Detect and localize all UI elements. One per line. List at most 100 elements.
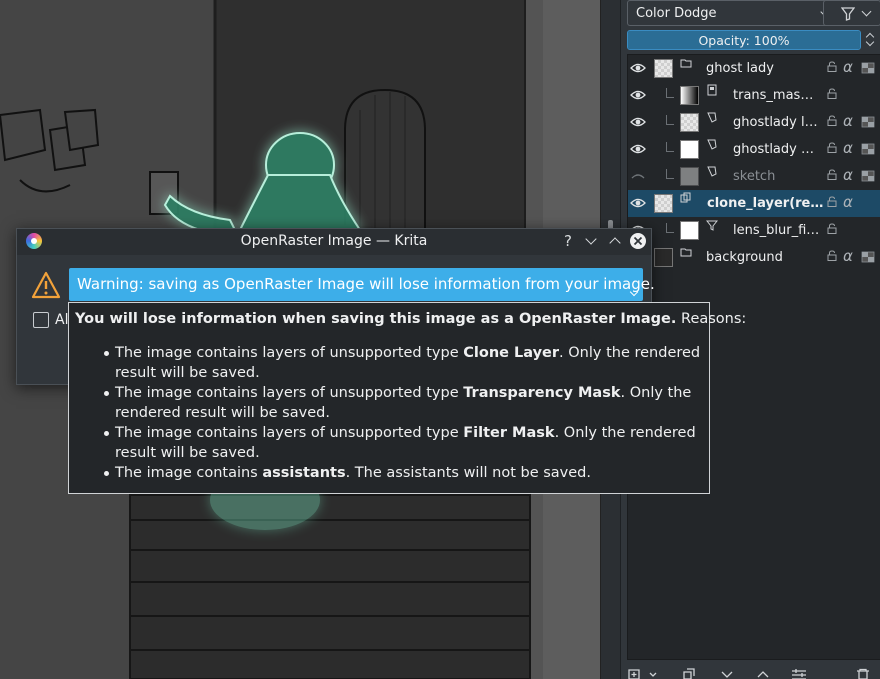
lock-icon[interactable] bbox=[827, 169, 837, 180]
visibility-eye-icon[interactable] bbox=[630, 60, 646, 76]
lock-icon[interactable] bbox=[827, 115, 837, 126]
warning-icon bbox=[31, 271, 61, 299]
delete-layer-icon[interactable] bbox=[855, 668, 871, 679]
tooltip-header: You will lose information when saving th… bbox=[75, 311, 746, 327]
blend-mode-value: Color Dodge bbox=[636, 6, 717, 21]
reason-text: The image contains bbox=[115, 465, 263, 481]
reason-type: Transparency Mask bbox=[463, 385, 621, 401]
layer-name: clone_layer(re… bbox=[707, 196, 824, 211]
layer-row[interactable]: ghost lady α bbox=[628, 55, 880, 82]
layer-name: lens_blur_fi… bbox=[733, 223, 820, 238]
reason-type: Filter Mask bbox=[463, 425, 555, 441]
lock-icon[interactable] bbox=[827, 223, 837, 234]
minimize-button[interactable] bbox=[583, 233, 599, 249]
inherit-alpha-icon[interactable] bbox=[861, 143, 875, 155]
tree-connector bbox=[666, 115, 674, 125]
hidden-eye-icon[interactable] bbox=[630, 168, 646, 184]
layer-row[interactable]: lens_blur_fi… bbox=[628, 217, 880, 244]
transparency-mask-icon bbox=[707, 84, 717, 96]
alpha-lock-icon[interactable]: α bbox=[843, 247, 853, 265]
chevron-up-icon bbox=[609, 237, 621, 249]
layer-row[interactable]: clone_layer(re… α bbox=[628, 190, 880, 217]
alpha-lock-icon[interactable]: α bbox=[843, 193, 853, 211]
chevron-down-icon[interactable] bbox=[647, 668, 663, 679]
blend-mode-select[interactable]: Color Dodge bbox=[627, 0, 839, 26]
dialog-title: OpenRaster Image — Krita bbox=[240, 233, 428, 249]
bullet bbox=[104, 471, 109, 476]
layer-row[interactable]: background α bbox=[628, 244, 880, 271]
dialog-titlebar[interactable]: OpenRaster Image — Krita ? bbox=[17, 229, 651, 255]
layer-thumbnail bbox=[680, 113, 699, 132]
lock-icon[interactable] bbox=[827, 88, 837, 99]
filter-mask-icon bbox=[706, 220, 718, 231]
chevron-down-icon[interactable] bbox=[719, 668, 735, 679]
add-layer-icon[interactable] bbox=[627, 668, 643, 679]
clone-layer-icon bbox=[680, 192, 691, 203]
visibility-eye-icon[interactable] bbox=[630, 114, 646, 130]
chevron-up-icon[interactable] bbox=[755, 668, 771, 679]
close-button[interactable] bbox=[630, 233, 646, 249]
layer-row[interactable]: sketch α bbox=[628, 163, 880, 190]
inherit-alpha-icon[interactable] bbox=[861, 251, 875, 263]
bullet bbox=[104, 391, 109, 396]
maximize-button[interactable] bbox=[607, 233, 623, 249]
opacity-slider[interactable]: Opacity: 100% bbox=[627, 30, 861, 50]
layer-row[interactable]: ghostlady l… α bbox=[628, 109, 880, 136]
layer-row[interactable]: trans_mas… bbox=[628, 82, 880, 109]
opacity-label: Opacity: 100% bbox=[698, 33, 790, 48]
reason-text: The image contains layers of unsupported… bbox=[115, 385, 464, 401]
reason-item: The image contains layers of unsupported… bbox=[104, 383, 705, 423]
bullet bbox=[104, 351, 109, 356]
close-icon bbox=[633, 236, 643, 246]
visibility-eye-icon[interactable] bbox=[630, 87, 646, 103]
reason-text: The image contains layers of unsupported… bbox=[115, 425, 464, 441]
filter-icon bbox=[841, 7, 855, 21]
paint-layer-icon bbox=[707, 112, 717, 123]
warning-text: Warning: saving as OpenRaster Image will… bbox=[77, 275, 655, 293]
layer-thumbnail bbox=[654, 248, 673, 267]
layer-name: sketch bbox=[733, 169, 776, 184]
reason-item: The image contains assistants. The assis… bbox=[104, 463, 705, 483]
layer-properties-icon[interactable] bbox=[791, 668, 807, 679]
layer-name: trans_mas… bbox=[733, 88, 814, 103]
help-button[interactable]: ? bbox=[560, 233, 576, 249]
tree-connector bbox=[666, 169, 674, 179]
layer-thumbnail bbox=[654, 194, 673, 213]
layer-thumbnail bbox=[680, 167, 699, 186]
lock-icon[interactable] bbox=[827, 61, 837, 72]
layer-thumbnail bbox=[680, 221, 699, 240]
lock-icon[interactable] bbox=[827, 196, 837, 207]
chevron-down-icon bbox=[585, 233, 597, 245]
inherit-alpha-icon[interactable] bbox=[861, 116, 875, 128]
dont-show-again-checkbox[interactable] bbox=[33, 312, 49, 328]
chevron-down-icon bbox=[861, 6, 872, 17]
visibility-eye-icon[interactable] bbox=[630, 141, 646, 157]
duplicate-layer-icon[interactable] bbox=[681, 668, 697, 679]
layer-filter-button[interactable] bbox=[823, 0, 880, 26]
warning-message[interactable]: Warning: saving as OpenRaster Image will… bbox=[69, 268, 655, 301]
alpha-lock-icon[interactable]: α bbox=[843, 166, 853, 184]
paint-layer-icon bbox=[707, 139, 717, 150]
lock-icon[interactable] bbox=[827, 142, 837, 153]
opacity-spinner[interactable] bbox=[861, 30, 880, 50]
chevron-down-icon[interactable] bbox=[865, 37, 875, 47]
layer-thumbnail bbox=[680, 140, 699, 159]
layer-name: ghostlady … bbox=[733, 142, 814, 157]
tree-connector bbox=[666, 88, 674, 98]
visibility-eye-icon[interactable] bbox=[630, 195, 646, 211]
inherit-alpha-icon[interactable] bbox=[861, 170, 875, 182]
inherit-alpha-icon[interactable] bbox=[861, 62, 875, 74]
layer-thumbnail bbox=[654, 59, 673, 78]
layer-thumbnail bbox=[680, 86, 699, 105]
alpha-lock-icon[interactable]: α bbox=[843, 112, 853, 130]
reason-type: Clone Layer bbox=[463, 345, 560, 361]
paint-layer-icon bbox=[707, 166, 717, 177]
reason-type: assistants bbox=[262, 465, 346, 481]
layer-name: ghostlady l… bbox=[733, 115, 818, 130]
layer-row[interactable]: ghostlady … α bbox=[628, 136, 880, 163]
group-layer-icon bbox=[680, 59, 692, 68]
alpha-lock-icon[interactable]: α bbox=[843, 139, 853, 157]
alpha-lock-icon[interactable]: α bbox=[843, 58, 853, 76]
lock-icon[interactable] bbox=[827, 250, 837, 261]
tooltip-header-bold: You will lose information when saving th… bbox=[75, 311, 677, 327]
